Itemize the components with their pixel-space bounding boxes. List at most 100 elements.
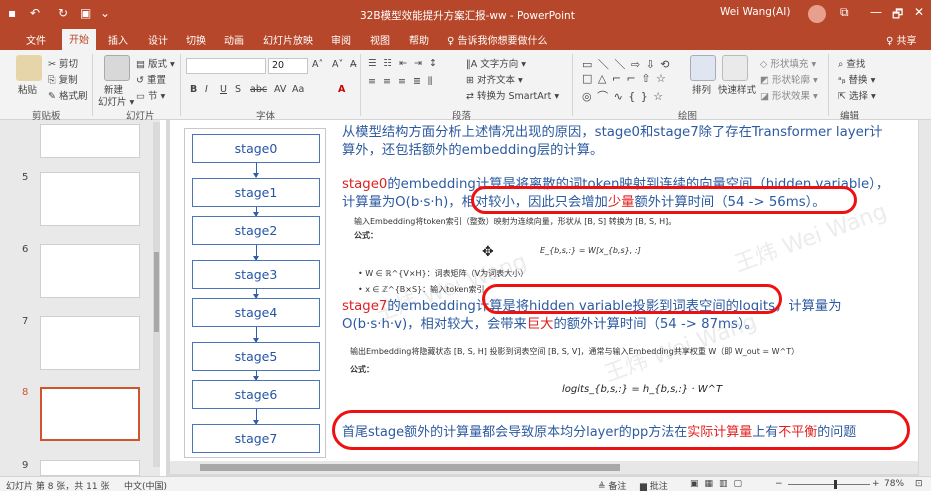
change-case-button[interactable]: Aa	[292, 84, 304, 95]
find-button[interactable]: ⌕ 查找	[838, 56, 865, 70]
clear-format-button[interactable]: A̶	[350, 59, 357, 70]
list-buttons[interactable]: ☰ ☷ ⇤ ⇥ ↕	[368, 58, 439, 69]
customize-qa-icon[interactable]: ⌄	[100, 6, 110, 20]
share-button[interactable]: ♀ 共享	[886, 32, 917, 47]
close-button[interactable]: ✕	[914, 5, 924, 19]
undo-icon[interactable]: ↶	[30, 6, 40, 20]
view-buttons[interactable]: ▣▦▥▢	[690, 479, 748, 489]
stage-box[interactable]: stage1	[192, 178, 320, 207]
tab-help[interactable]: 帮助	[409, 32, 429, 47]
restore-button[interactable]: 🗗	[892, 5, 903, 26]
redo-icon[interactable]: ↻	[58, 6, 68, 20]
thumbnail-slide-8[interactable]	[40, 387, 140, 441]
scrollbar-thumb[interactable]	[154, 252, 159, 332]
font-size-select[interactable]: 20	[268, 58, 308, 74]
arrange-icon[interactable]	[690, 55, 716, 81]
paste-icon[interactable]	[16, 55, 42, 81]
slide-canvas[interactable]: stage0 stage1 stage2 stage3 stage4 stage…	[170, 120, 918, 461]
convert-smartart-button[interactable]: ⇄ 转换为 SmartArt ▾	[466, 88, 559, 102]
shrink-font-button[interactable]: A˅	[332, 59, 343, 70]
tab-insert[interactable]: 插入	[108, 32, 128, 47]
present-icon[interactable]: ▣	[80, 6, 91, 20]
section-button[interactable]: ▭ 节 ▾	[136, 88, 165, 102]
shapes-gallery[interactable]: ▭ ＼ ＼ ⇨ ⇩ ⟲	[582, 56, 671, 72]
paste-button[interactable]: 粘贴	[18, 82, 37, 96]
thumbnail-number: 9	[22, 460, 29, 471]
shape-fill-button[interactable]: ◇ 形状填充 ▾	[760, 56, 816, 70]
stage-box[interactable]: stage7	[192, 424, 320, 453]
thumbnail-slide-6[interactable]	[40, 244, 140, 298]
thumbnail-scrollbar[interactable]	[153, 122, 160, 467]
flow-arrow	[253, 289, 259, 299]
new-slide-icon[interactable]	[104, 55, 130, 81]
avatar[interactable]	[808, 5, 826, 23]
thumbnail-slide-9[interactable]	[40, 460, 140, 476]
stage-box[interactable]: stage2	[192, 216, 320, 245]
align-buttons[interactable]: ≡ ≡ ≡ ≣ ⫼	[368, 76, 434, 87]
editor-horizontal-scrollbar[interactable]	[170, 461, 918, 474]
stage-box[interactable]: stage0	[192, 134, 320, 163]
text-direction-button[interactable]: ‖A 文字方向 ▾	[466, 56, 526, 70]
shadow-button[interactable]: S	[235, 84, 241, 95]
stage-box[interactable]: stage3	[192, 260, 320, 289]
tab-slideshow[interactable]: 幻灯片放映	[263, 32, 313, 47]
tab-view[interactable]: 视图	[370, 32, 390, 47]
editor-vertical-scrollbar[interactable]	[919, 120, 931, 476]
minimize-button[interactable]: —	[870, 5, 882, 19]
zoom-in-button[interactable]: +	[872, 479, 880, 489]
save-icon[interactable]: ▪	[8, 6, 16, 20]
stage-box[interactable]: stage4	[192, 298, 320, 327]
thumbnail-slide-7[interactable]	[40, 316, 140, 370]
zoom-slider[interactable]	[788, 484, 870, 485]
layout-button[interactable]: ▤ 版式 ▾	[136, 56, 175, 70]
tab-file[interactable]: 文件	[26, 32, 46, 47]
fit-to-window-icon[interactable]: ⊡	[915, 479, 923, 489]
underline-button[interactable]: U	[220, 84, 227, 95]
highlight-oval	[482, 284, 782, 314]
quick-styles-button[interactable]: 快速样式	[718, 82, 756, 96]
font-family-select[interactable]	[186, 58, 266, 74]
bold-button[interactable]: B	[190, 84, 197, 95]
slide-thumbnail-pane: 5 6 7 8 9	[0, 120, 160, 476]
strikethrough-button[interactable]: abc	[250, 84, 267, 95]
copy-button[interactable]: ⎘ 复制	[48, 72, 78, 86]
scrollbar-thumb[interactable]	[200, 464, 620, 471]
reset-button[interactable]: ↺ 重置	[136, 72, 166, 86]
tab-design[interactable]: 设计	[148, 32, 168, 47]
user-name[interactable]: Wei Wang(AI)	[720, 6, 790, 18]
stage0-label: stage0	[342, 177, 388, 192]
stage-box[interactable]: stage5	[192, 342, 320, 371]
zoom-level[interactable]: 78%	[884, 479, 904, 489]
grow-font-button[interactable]: A˄	[312, 59, 323, 70]
shape-effects-button[interactable]: ◪ 形状效果 ▾	[760, 88, 818, 102]
thumbnail-slide-5[interactable]	[40, 172, 140, 226]
select-button[interactable]: ⇱ 选择 ▾	[838, 88, 876, 102]
cut-button[interactable]: ✂ 剪切	[48, 56, 78, 70]
new-slide-dropdown[interactable]: 幻灯片 ▾	[98, 94, 134, 108]
tab-animations[interactable]: 动画	[224, 32, 244, 47]
stage-box[interactable]: stage6	[192, 380, 320, 409]
italic-button[interactable]: I	[205, 84, 208, 95]
char-spacing-button[interactable]: AV	[274, 84, 286, 95]
tab-transitions[interactable]: 切换	[186, 32, 206, 47]
tab-review[interactable]: 审阅	[331, 32, 351, 47]
replace-button[interactable]: ᵃᵦ 替换 ▾	[838, 72, 875, 86]
format-painter-button[interactable]: ✎ 格式刷	[48, 88, 87, 102]
arrange-button[interactable]: 排列	[692, 82, 711, 96]
tell-me-search[interactable]: ♀ 告诉我你想要做什么	[447, 32, 548, 47]
language-indicator[interactable]: 中文(中国)	[124, 479, 167, 491]
tab-home[interactable]: 开始	[62, 29, 96, 50]
font-color-button[interactable]: A	[338, 84, 345, 95]
zoom-slider-thumb[interactable]	[834, 480, 837, 489]
zoom-out-button[interactable]: −	[775, 479, 783, 489]
shapes-gallery-row2[interactable]: □ △ ⌐ ⌐ ⇧ ☆	[582, 72, 667, 85]
embedding-formula: E_{b,s,:} = W[x_{b,s}, :]	[540, 246, 641, 255]
notes-button[interactable]: ≜ 备注	[598, 479, 626, 491]
thumbnail-slide-4[interactable]	[40, 124, 140, 158]
quick-styles-icon[interactable]	[722, 55, 748, 81]
shapes-gallery-row3[interactable]: ◎ ⌒ ∿ { } ☆	[582, 88, 664, 104]
comments-button[interactable]: ▆ 批注	[640, 479, 668, 491]
shape-outline-button[interactable]: ◩ 形状轮廓 ▾	[760, 72, 818, 86]
ribbon-display-icon[interactable]: ⧉	[840, 5, 849, 20]
align-text-button[interactable]: ⊞ 对齐文本 ▾	[466, 72, 523, 86]
